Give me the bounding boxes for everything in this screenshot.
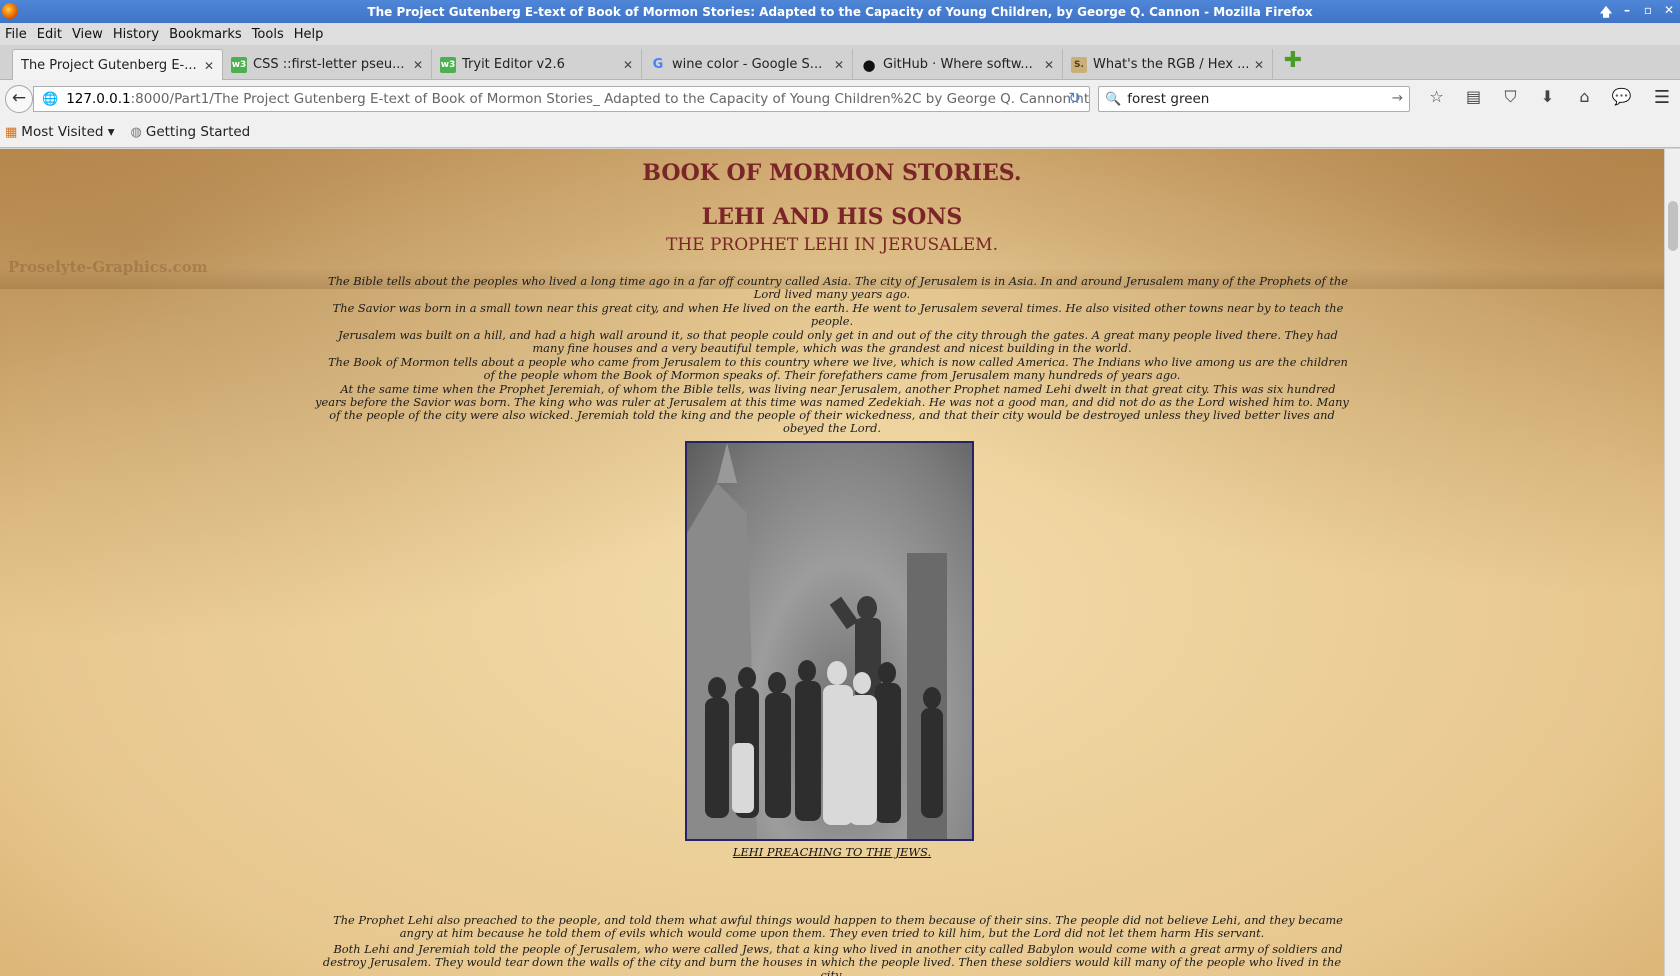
menu-view[interactable]: View	[72, 27, 103, 42]
url-host: 127.0.0.1	[66, 91, 131, 107]
window-titlebar: The Project Gutenberg E-text of Book of …	[0, 0, 1680, 23]
illustration-lehi-preaching	[685, 441, 974, 841]
bookmark-label: Getting Started	[145, 124, 251, 140]
menu-tools[interactable]: Tools	[252, 27, 284, 42]
paragraph: The Savior was born in a small town near…	[332, 301, 1344, 328]
url-path: :8000/Part1/The Project Gutenberg E-text…	[130, 91, 1090, 107]
reload-icon[interactable]: ↻	[1068, 89, 1081, 107]
menu-file[interactable]: File	[5, 27, 27, 42]
paragraph: The Prophet Lehi also preached to the pe…	[333, 913, 1343, 940]
paragraph: The Book of Mormon tells about a people …	[328, 355, 1348, 382]
site-identity-globe-icon[interactable]: 🌐	[42, 92, 58, 107]
story-text-continued: The Prophet Lehi also preached to the pe…	[312, 914, 1352, 976]
scrollbar-thumb[interactable]	[1668, 201, 1678, 251]
tab-css-first-letter[interactable]: w3 CSS ::first-letter pseu... ✕	[223, 49, 432, 80]
paragraph: Jerusalem was built on a hill, and had a…	[338, 328, 1338, 355]
bookmarks-list-icon[interactable]: ▤	[1455, 87, 1492, 107]
bookmark-label: Most Visited ▾	[21, 124, 115, 140]
close-tab-icon[interactable]: ✕	[1254, 58, 1264, 72]
tab-google-search[interactable]: G wine color - Google S... ✕	[642, 49, 853, 80]
tab-rgb-hex[interactable]: S. What's the RGB / Hex ... ✕	[1063, 49, 1273, 80]
vertical-scrollbar[interactable]	[1664, 149, 1680, 976]
bookmark-getting-started[interactable]: ◍ Getting Started	[131, 124, 251, 140]
window-controls: 🡅 – ▫ ✕	[1599, 3, 1676, 24]
firefox-logo-icon	[2, 3, 18, 19]
google-icon: G	[652, 57, 664, 72]
tab-github[interactable]: ● GitHub · Where softw... ✕	[853, 49, 1063, 80]
most-visited-icon: ▦	[5, 124, 18, 140]
close-window-button[interactable]: ✕	[1662, 3, 1676, 24]
tab-label: GitHub · Where softw...	[883, 57, 1033, 72]
paragraph: The Bible tells about the peoples who li…	[328, 274, 1348, 301]
bookmark-most-visited[interactable]: ▦ Most Visited ▾	[5, 124, 115, 140]
tab-label: The Project Gutenberg E-...	[21, 58, 197, 73]
pocket-icon[interactable]: ⛉	[1492, 87, 1529, 107]
menu-edit[interactable]: Edit	[37, 27, 62, 42]
search-bar[interactable]: 🔍 forest green →	[1098, 86, 1410, 112]
watermark-text: Proselyte-Graphics.com	[8, 258, 208, 276]
w3schools-icon: w3	[231, 56, 247, 73]
search-go-arrow-icon[interactable]: →	[1392, 90, 1403, 106]
tab-label: What's the RGB / Hex ...	[1093, 57, 1248, 72]
story-text: The Bible tells about the peoples who li…	[312, 275, 1352, 436]
close-tab-icon[interactable]: ✕	[623, 58, 633, 72]
tab-strip: The Project Gutenberg E-... ✕ w3 CSS ::f…	[0, 45, 1680, 81]
tab-gutenberg[interactable]: The Project Gutenberg E-... ✕	[12, 49, 223, 81]
section-title: THE PROPHET LEHI IN JERUSALEM.	[666, 235, 998, 255]
menu-bookmarks[interactable]: Bookmarks	[169, 27, 242, 42]
window-title: The Project Gutenberg E-text of Book of …	[367, 4, 1313, 19]
maximize-button[interactable]: ▫	[1641, 3, 1655, 24]
page-content: Proselyte-Graphics.com BOOK OF MORMON ST…	[0, 149, 1664, 976]
downloads-arrow-icon[interactable]: ⬇	[1529, 87, 1566, 107]
close-tab-icon[interactable]: ✕	[204, 59, 214, 73]
search-input[interactable]: forest green	[1127, 91, 1209, 107]
tab-label: wine color - Google S...	[672, 57, 823, 72]
menu-bar: File Edit View History Bookmarks Tools H…	[0, 23, 1680, 45]
url-bar[interactable]: 🌐 127.0.0.1:8000/Part1/The Project Guten…	[33, 86, 1090, 112]
close-tab-icon[interactable]: ✕	[1044, 58, 1054, 72]
bookmark-star-icon[interactable]: ☆	[1418, 87, 1455, 107]
raise-window-button[interactable]: 🡅	[1599, 3, 1613, 24]
tab-tryit-editor[interactable]: w3 Tryit Editor v2.6 ✕	[432, 49, 642, 80]
chat-bubble-icon[interactable]: 💬	[1603, 87, 1640, 107]
bookmarks-toolbar: ▦ Most Visited ▾ ◍ Getting Started	[0, 117, 1680, 148]
w3schools-icon: w3	[440, 56, 456, 73]
illustration-caption-link[interactable]: LEHI PREACHING TO THE JEWS.	[0, 845, 1664, 859]
close-tab-icon[interactable]: ✕	[413, 58, 423, 72]
search-magnifier-icon: 🔍	[1105, 91, 1122, 107]
stackexchange-icon: S.	[1071, 56, 1087, 73]
menu-history[interactable]: History	[113, 27, 159, 42]
paragraph: Both Lehi and Jeremiah told the people o…	[322, 942, 1343, 976]
engraving-image	[687, 443, 947, 839]
toolbar-icons: ☆ ▤ ⛉ ⬇ ⌂ 💬	[1418, 87, 1640, 107]
minimize-button[interactable]: –	[1620, 3, 1634, 24]
chapter-title: LEHI AND HIS SONS	[701, 204, 963, 230]
tab-label: Tryit Editor v2.6	[462, 57, 565, 72]
paragraph: At the same time when the Prophet Jeremi…	[315, 382, 1349, 435]
close-tab-icon[interactable]: ✕	[834, 58, 844, 72]
github-icon: ●	[862, 55, 876, 74]
hamburger-menu-icon[interactable]: ☰	[1654, 87, 1670, 108]
home-icon[interactable]: ⌂	[1566, 87, 1603, 107]
navigation-toolbar: ← 🌐 127.0.0.1:8000/Part1/The Project Gut…	[0, 80, 1680, 117]
new-tab-plus-icon[interactable]: ✚	[1283, 50, 1303, 72]
globe-icon: ◍	[130, 124, 142, 140]
book-title: BOOK OF MORMON STORIES.	[642, 160, 1022, 186]
back-arrow-icon[interactable]: ←	[5, 85, 33, 113]
menu-help[interactable]: Help	[294, 27, 324, 42]
tab-label: CSS ::first-letter pseu...	[253, 57, 405, 72]
